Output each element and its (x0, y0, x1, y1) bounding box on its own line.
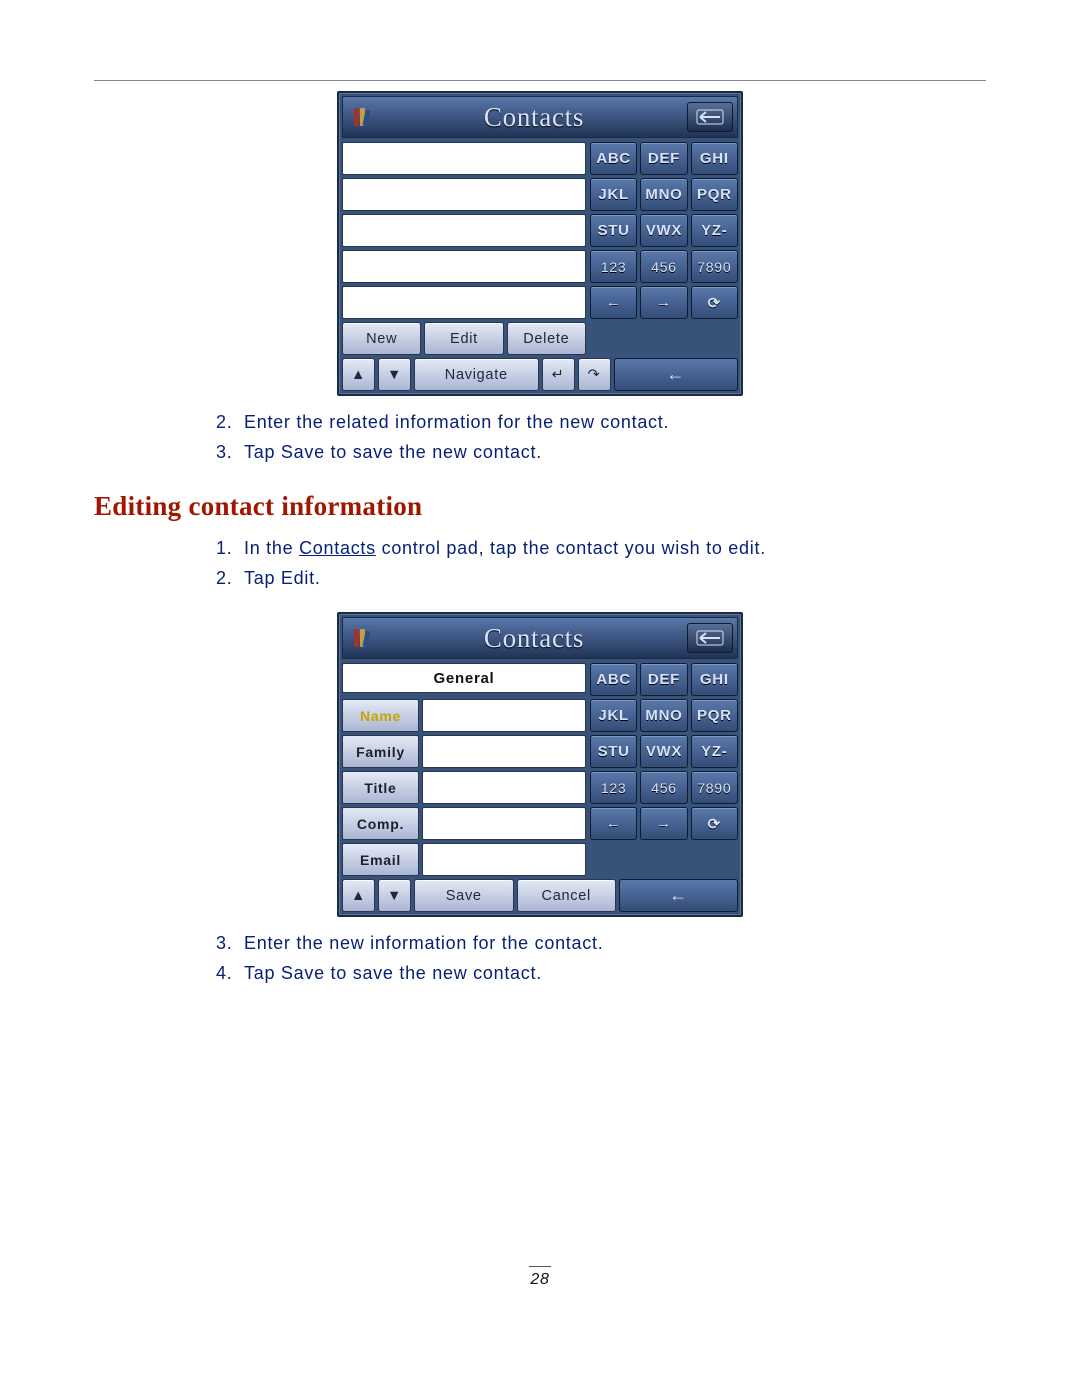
key-mno[interactable]: MNO (640, 699, 687, 732)
arrow-right-icon[interactable]: → (640, 286, 687, 319)
list-item[interactable] (342, 286, 586, 319)
navigate-button[interactable]: Navigate (414, 358, 539, 391)
key-pqr[interactable]: PQR (691, 178, 738, 211)
key-vwx[interactable]: VWX (640, 214, 687, 247)
key-456[interactable]: 456 (640, 771, 687, 804)
arrow-left-icon[interactable]: ← (590, 286, 637, 319)
app-icon (347, 624, 375, 652)
step-item: 2.Tap Edit. (216, 566, 986, 590)
key-jkl[interactable]: JKL (590, 699, 637, 732)
button-name: Edit (281, 568, 315, 588)
steps-list: 3.Enter the new information for the cont… (94, 931, 986, 986)
field-input-title[interactable] (422, 771, 586, 804)
title-bar: Contacts (342, 617, 738, 659)
form-row: Name (342, 699, 586, 732)
key-7890[interactable]: 7890 (691, 771, 738, 804)
page-number-value: 28 (530, 1271, 549, 1288)
step-item: 2.Enter the related information for the … (216, 410, 986, 434)
field-label-title[interactable]: Title (342, 771, 419, 804)
key-yz[interactable]: YZ- (691, 735, 738, 768)
refresh-icon[interactable]: ⟳ (691, 286, 738, 319)
page-number: 28 (94, 1266, 986, 1289)
key-123[interactable]: 123 (590, 250, 637, 283)
scroll-up-icon[interactable]: ▲ (342, 358, 375, 391)
key-456[interactable]: 456 (640, 250, 687, 283)
field-input-name[interactable] (422, 699, 586, 732)
key-abc[interactable]: ABC (590, 142, 637, 175)
enter-icon[interactable]: ↵ (542, 358, 575, 391)
step-item: 3.Tap Save to save the new contact. (216, 440, 986, 464)
key-yz[interactable]: YZ- (691, 214, 738, 247)
section-heading: Editing contact information (94, 491, 986, 522)
title-text: Contacts (381, 623, 687, 654)
step-item: 3.Enter the new information for the cont… (216, 931, 986, 955)
list-item[interactable] (342, 142, 586, 175)
cancel-button[interactable]: Cancel (517, 879, 617, 912)
field-label-email[interactable]: Email (342, 843, 419, 876)
list-item[interactable] (342, 178, 586, 211)
title-text: Contacts (381, 102, 687, 133)
back-arrow-icon[interactable]: ← (619, 879, 738, 912)
key-vwx[interactable]: VWX (640, 735, 687, 768)
back-icon[interactable] (687, 623, 733, 653)
field-input-comp[interactable] (422, 807, 586, 840)
step-item: 1.In the Contacts control pad, tap the c… (216, 536, 986, 560)
field-label-name[interactable]: Name (342, 699, 419, 732)
page-rule (94, 80, 986, 81)
contacts-list-screenshot: Contacts New Edit Delete (337, 91, 743, 396)
app-icon (347, 103, 375, 131)
step-item: 4.Tap Save to save the new contact. (216, 961, 986, 985)
scroll-down-icon[interactable]: ▼ (378, 358, 411, 391)
list-item[interactable] (342, 214, 586, 247)
steps-list: 2.Enter the related information for the … (94, 410, 986, 465)
field-input-family[interactable] (422, 735, 586, 768)
key-def[interactable]: DEF (640, 142, 687, 175)
field-label-comp[interactable]: Comp. (342, 807, 419, 840)
key-ghi[interactable]: GHI (691, 663, 738, 696)
save-button[interactable]: Save (414, 879, 514, 912)
field-label-family[interactable]: Family (342, 735, 419, 768)
key-pqr[interactable]: PQR (691, 699, 738, 732)
button-name: Save (281, 963, 325, 983)
form-row: Comp. (342, 807, 586, 840)
back-icon[interactable] (687, 102, 733, 132)
back-arrow-icon[interactable]: ← (614, 358, 739, 391)
title-bar: Contacts (342, 96, 738, 138)
delete-button[interactable]: Delete (507, 322, 586, 355)
form-row: Email (342, 843, 586, 876)
key-123[interactable]: 123 (590, 771, 637, 804)
contacts-link[interactable]: Contacts (299, 538, 376, 558)
arrow-right-icon[interactable]: → (640, 807, 687, 840)
form-row: Title (342, 771, 586, 804)
scroll-down-icon[interactable]: ▼ (378, 879, 411, 912)
redo-icon[interactable]: ↷ (578, 358, 611, 391)
steps-list: 1.In the Contacts control pad, tap the c… (94, 536, 986, 591)
new-button[interactable]: New (342, 322, 421, 355)
list-item[interactable] (342, 250, 586, 283)
key-def[interactable]: DEF (640, 663, 687, 696)
form-row: Family (342, 735, 586, 768)
key-jkl[interactable]: JKL (590, 178, 637, 211)
refresh-icon[interactable]: ⟳ (691, 807, 738, 840)
button-name: Save (281, 442, 325, 462)
field-input-email[interactable] (422, 843, 586, 876)
key-ghi[interactable]: GHI (691, 142, 738, 175)
key-stu[interactable]: STU (590, 735, 637, 768)
key-stu[interactable]: STU (590, 214, 637, 247)
key-abc[interactable]: ABC (590, 663, 637, 696)
form-header: General (342, 663, 586, 693)
edit-button[interactable]: Edit (424, 322, 503, 355)
key-7890[interactable]: 7890 (691, 250, 738, 283)
key-mno[interactable]: MNO (640, 178, 687, 211)
scroll-up-icon[interactable]: ▲ (342, 879, 375, 912)
contacts-edit-screenshot: Contacts General NameFamilyTitleComp.Ema… (337, 612, 743, 917)
arrow-left-icon[interactable]: ← (590, 807, 637, 840)
